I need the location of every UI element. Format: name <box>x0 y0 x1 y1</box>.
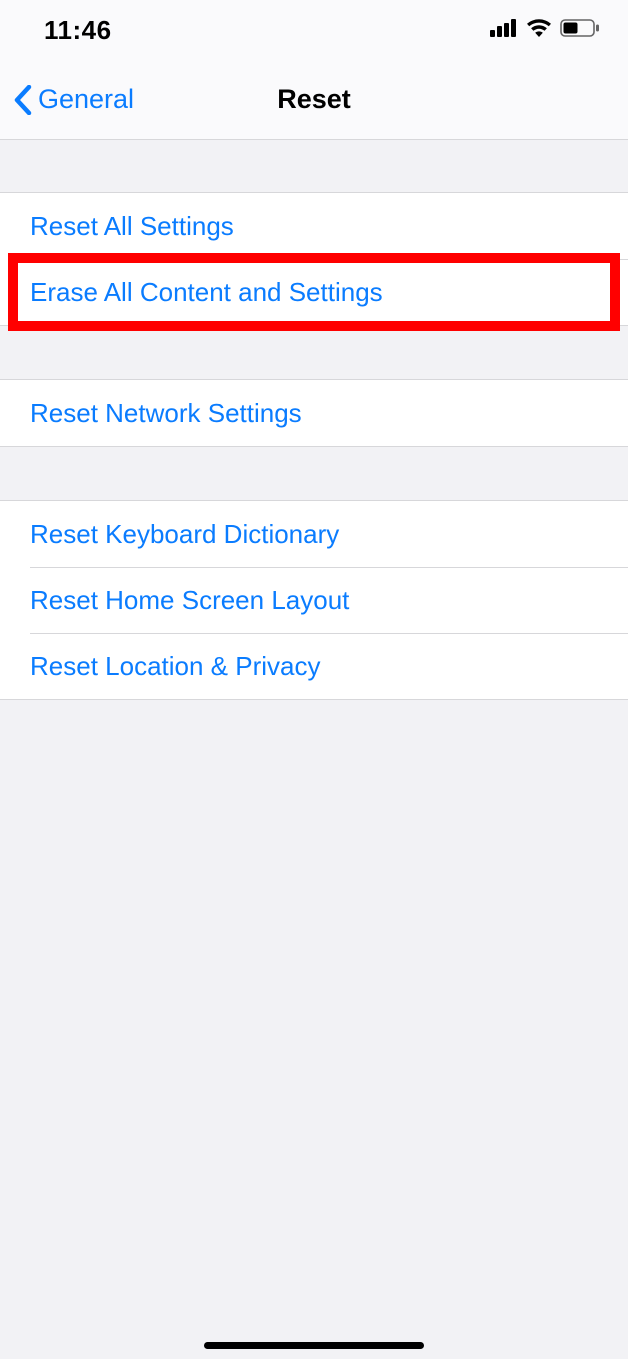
row-label: Reset Location & Privacy <box>30 651 320 682</box>
reset-home-screen-layout-row[interactable]: Reset Home Screen Layout <box>0 567 628 633</box>
row-label: Reset All Settings <box>30 211 234 242</box>
erase-all-content-and-settings-row[interactable]: Erase All Content and Settings <box>0 259 628 325</box>
row-label: Erase All Content and Settings <box>30 277 383 308</box>
group-spacer <box>0 140 628 192</box>
page-title: Reset <box>277 84 351 115</box>
reset-network-settings-row[interactable]: Reset Network Settings <box>0 380 628 446</box>
status-time: 11:46 <box>44 15 112 46</box>
group-spacer <box>0 447 628 500</box>
back-button[interactable]: General <box>14 84 134 115</box>
reset-all-settings-row[interactable]: Reset All Settings <box>0 193 628 259</box>
wifi-icon <box>526 18 552 43</box>
group-spacer <box>0 326 628 379</box>
back-label: General <box>38 84 134 115</box>
cellular-signal-icon <box>490 19 518 42</box>
row-label: Reset Home Screen Layout <box>30 585 349 616</box>
nav-bar: General Reset <box>0 60 628 140</box>
row-label: Reset Keyboard Dictionary <box>30 519 339 550</box>
battery-icon <box>560 19 600 42</box>
status-bar: 11:46 <box>0 0 628 60</box>
reset-location-privacy-row[interactable]: Reset Location & Privacy <box>0 633 628 699</box>
settings-group: Reset Keyboard Dictionary Reset Home Scr… <box>0 500 628 700</box>
settings-group: Reset Network Settings <box>0 379 628 447</box>
chevron-left-icon <box>14 85 32 115</box>
home-indicator[interactable] <box>204 1342 424 1349</box>
row-label: Reset Network Settings <box>30 398 302 429</box>
reset-keyboard-dictionary-row[interactable]: Reset Keyboard Dictionary <box>0 501 628 567</box>
status-indicators <box>490 18 600 43</box>
settings-group: Reset All Settings Erase All Content and… <box>0 192 628 326</box>
